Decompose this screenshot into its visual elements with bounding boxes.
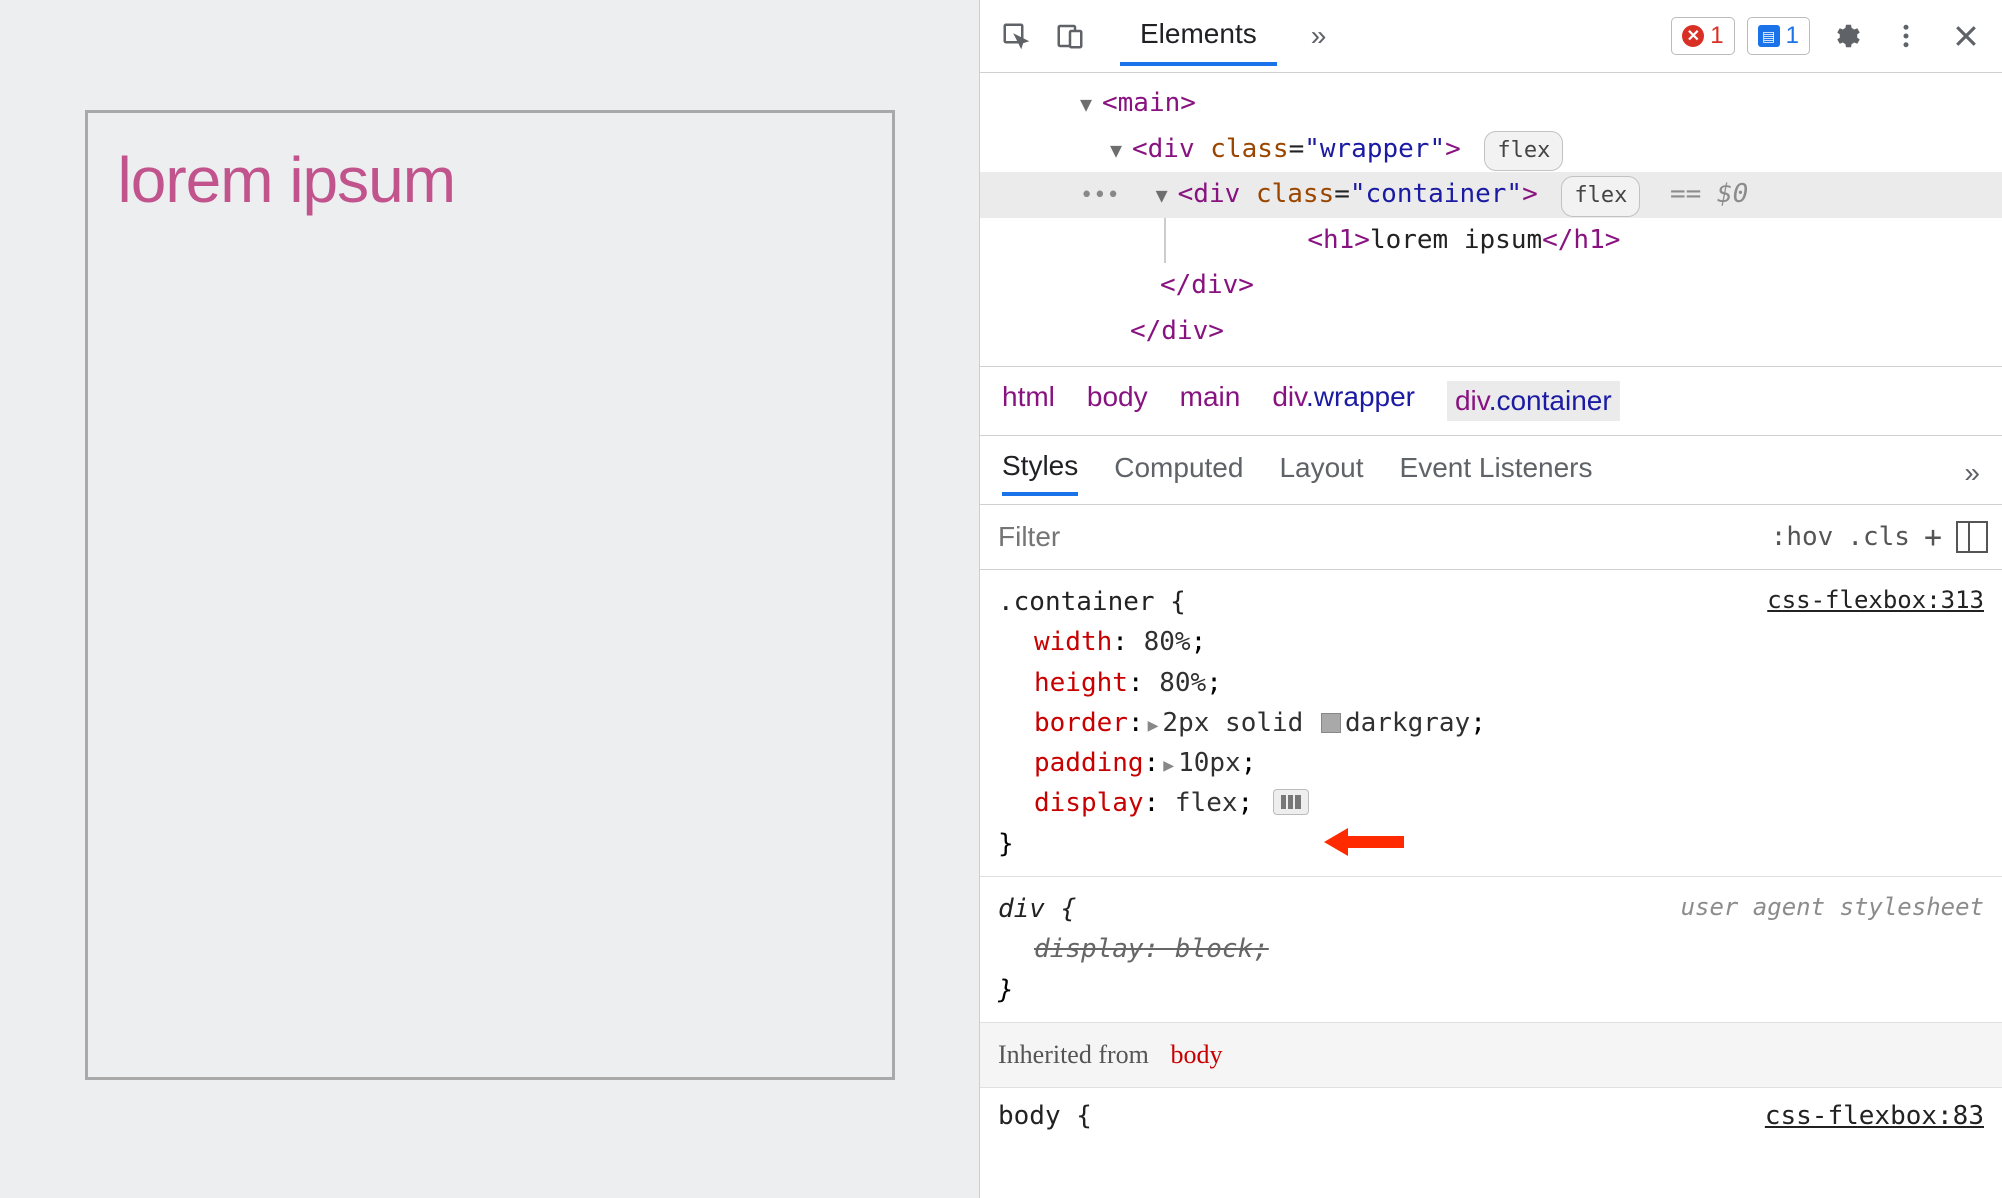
page-heading: lorem ipsum [118,143,862,217]
inherited-label: Inherited from [998,1040,1149,1069]
inherited-tag[interactable]: body [1171,1040,1223,1069]
caret-icon[interactable]: ▼ [1080,87,1102,122]
rule-body-cut[interactable]: body { css-flexbox:83 [980,1088,2002,1138]
gear-icon[interactable] [1822,13,1870,59]
breadcrumb-body[interactable]: body [1087,381,1148,421]
tab-elements[interactable]: Elements [1120,6,1277,66]
filter-input[interactable] [980,505,1757,569]
caret-icon[interactable]: ▼ [1156,178,1178,213]
color-swatch-icon[interactable] [1321,713,1341,733]
message-count: 1 [1786,22,1799,50]
hov-button[interactable]: :hov [1771,522,1834,552]
rule-div-ua[interactable]: div { user agent stylesheet display: blo… [980,877,2002,1023]
page-preview: lorem ipsum [0,0,980,1198]
error-icon: ✕ [1682,25,1704,47]
toggle-sidebar-icon[interactable] [1956,521,1988,553]
tab-more-chevron[interactable]: » [1291,8,1347,64]
message-badge[interactable]: ▤ 1 [1747,17,1810,55]
breadcrumb: html body main div.wrapper div.container [980,366,2002,436]
ellipsis-icon[interactable]: ••• [1080,177,1120,216]
subtab-layout[interactable]: Layout [1279,452,1363,494]
inspect-icon[interactable] [992,13,1040,59]
breadcrumb-wrapper[interactable]: div.wrapper [1272,381,1415,421]
inherited-header: Inherited from body [980,1023,2002,1088]
subtab-more-chevron[interactable]: » [1964,457,1980,489]
new-rule-button[interactable]: + [1924,520,1942,555]
dom-h1-text: lorem ipsum [1370,225,1542,255]
breadcrumb-container[interactable]: div.container [1447,381,1620,421]
container-box: lorem ipsum [85,110,895,1080]
dom-tree[interactable]: ▼<main> ▼<div class="wrapper"> flex ••• … [980,73,2002,366]
devtools-toolbar: Elements » ✕ 1 ▤ 1 [980,0,2002,73]
flexbox-editor-icon[interactable] [1273,789,1309,815]
styles-panel: .container { css-flexbox:313 width: 80%;… [980,570,2002,1198]
caret-icon[interactable]: ▼ [1110,133,1132,168]
flex-pill[interactable]: flex [1484,131,1563,172]
message-icon: ▤ [1758,25,1780,47]
rule-selector: .container { [998,587,1186,617]
source-link[interactable]: css-flexbox:83 [1765,1096,1984,1136]
subtab-event-listeners[interactable]: Event Listeners [1400,452,1593,494]
rule-selector: div { [998,894,1076,924]
eq-dollar-zero: == $0 [1670,179,1748,209]
flex-pill[interactable]: flex [1561,176,1640,217]
error-badge[interactable]: ✕ 1 [1671,17,1734,55]
rule-close-brace: } [998,829,1014,859]
rule-container[interactable]: .container { css-flexbox:313 width: 80%;… [980,570,2002,877]
dom-selected-row[interactable]: ••• ▼<div class="container"> flex == $0 [980,172,2002,218]
expand-triangle-icon[interactable]: ▶ [1148,715,1159,736]
device-toggle-icon[interactable] [1046,13,1094,59]
arrow-annotation [1324,824,1404,860]
filter-bar: :hov .cls + [980,505,2002,570]
subtab-computed[interactable]: Computed [1114,452,1243,494]
error-count: 1 [1710,22,1723,50]
expand-triangle-icon[interactable]: ▶ [1163,755,1174,776]
rule-close-brace: } [998,975,1014,1005]
devtools-panel: Elements » ✕ 1 ▤ 1 ▼<main> [980,0,2002,1198]
ua-stylesheet-label: user agent stylesheet [1681,889,1984,926]
breadcrumb-main[interactable]: main [1180,381,1241,421]
styles-subtabs: Styles Computed Layout Event Listeners » [980,436,2002,505]
cls-button[interactable]: .cls [1847,522,1910,552]
kebab-icon[interactable] [1882,13,1930,59]
breadcrumb-html[interactable]: html [1002,381,1055,421]
source-link[interactable]: css-flexbox:313 [1767,582,1984,619]
subtab-styles[interactable]: Styles [1002,450,1078,496]
close-icon[interactable] [1942,13,1990,59]
